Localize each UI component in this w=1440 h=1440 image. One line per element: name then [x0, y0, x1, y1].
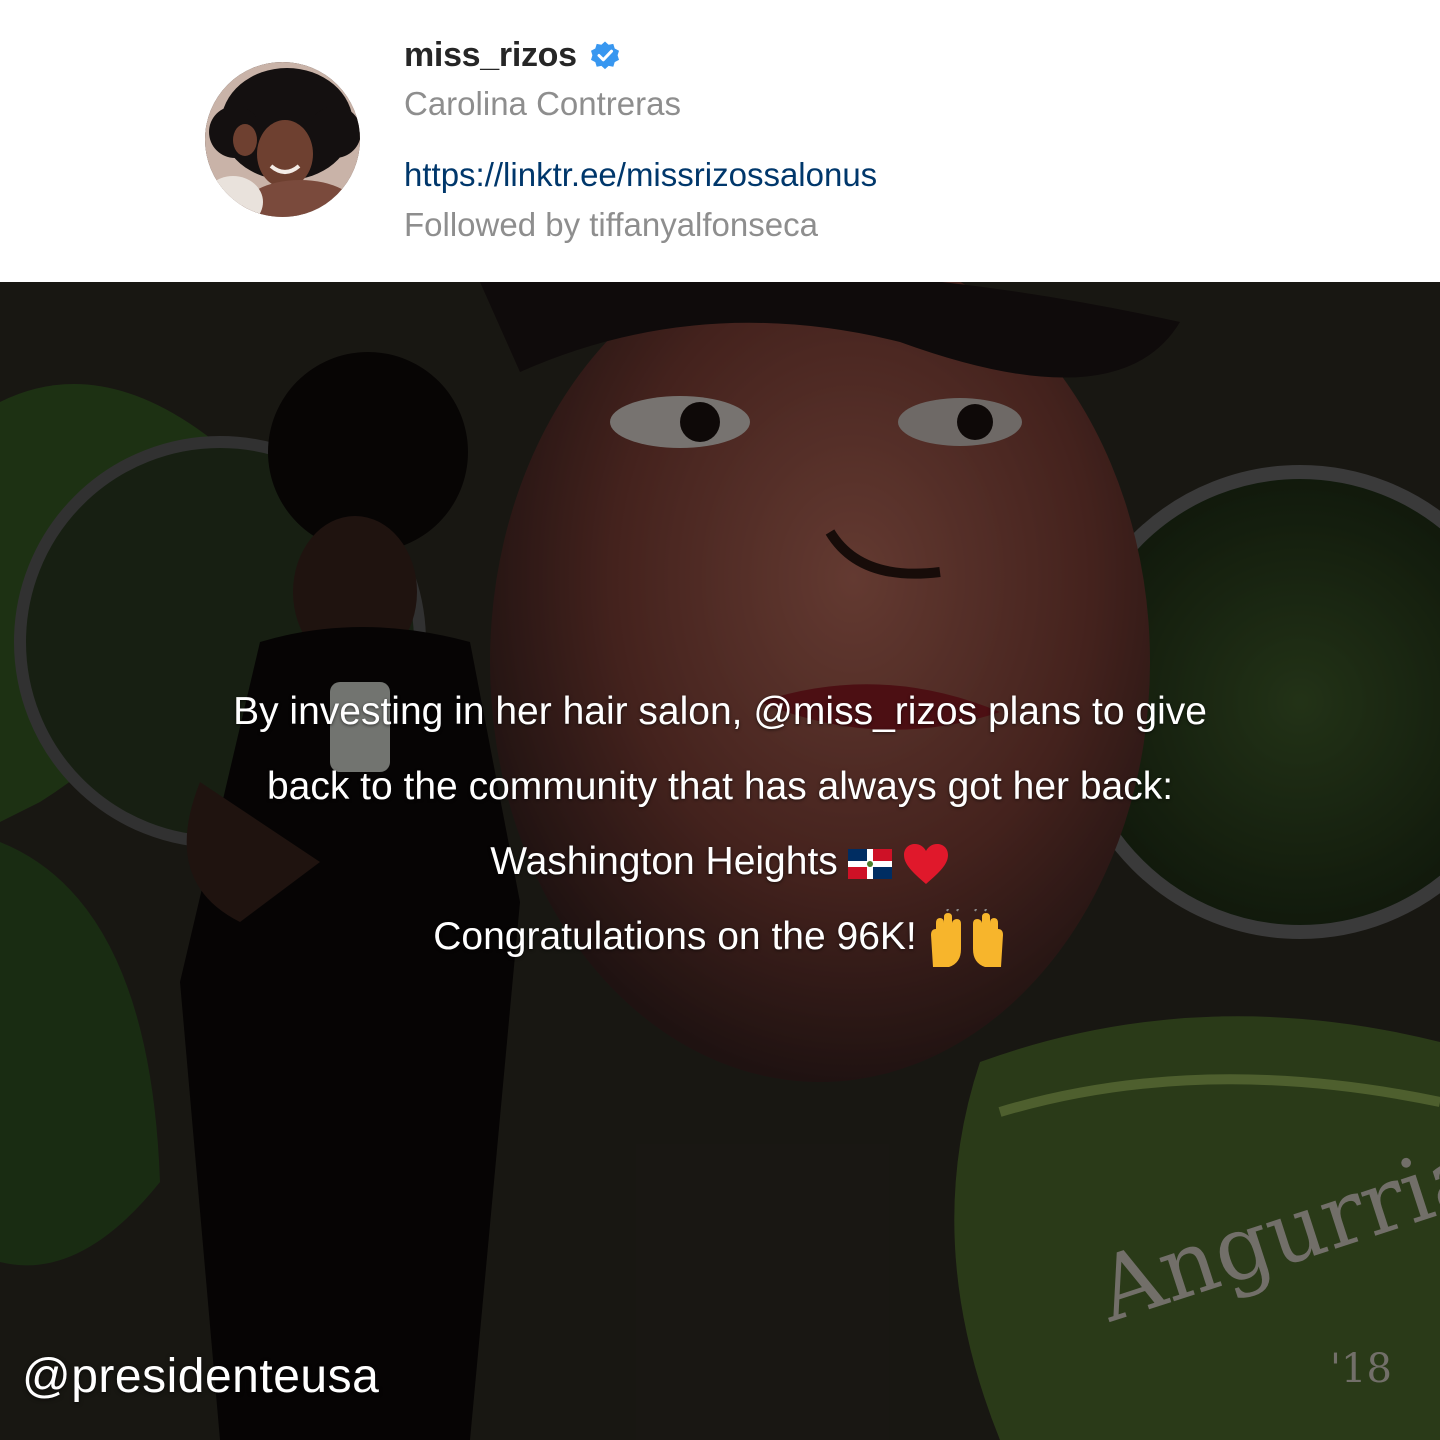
caption-line-1: By investing in her hair salon, @miss_ri… [233, 690, 1207, 733]
post-caption: By investing in her hair salon, @miss_ri… [0, 674, 1440, 974]
verified-badge-icon [590, 41, 619, 70]
caption-line-4: Congratulations on the 96K! [0, 899, 1440, 974]
caption-line-3: Washington Heights [0, 824, 1440, 899]
username-row: miss_rizos [404, 32, 621, 78]
username[interactable]: miss_rizos [404, 36, 577, 75]
profile-header: miss_rizos Carolina Contreras https://li… [0, 0, 1440, 282]
raising-hands-icon [930, 908, 1003, 967]
caption-line-3-text: Washington Heights [490, 840, 838, 883]
avatar[interactable] [205, 62, 360, 217]
red-heart-icon [903, 843, 948, 884]
credit-handle: @presidenteusa [22, 1350, 380, 1403]
post-photo: Angurria '18 By investing in her hair sa… [0, 282, 1440, 1440]
caption-line-4-text: Congratulations on the 96K! [433, 915, 917, 958]
dominican-flag-icon [847, 848, 892, 879]
avatar-photo [205, 62, 360, 217]
followed-by-text[interactable]: Followed by tiffanyalfonseca [404, 205, 818, 245]
display-name: Carolina Contreras [404, 85, 681, 122]
bio-link[interactable]: https://linktr.ee/missrizossalonus [404, 155, 877, 195]
caption-line-2: back to the community that has always go… [266, 765, 1174, 808]
